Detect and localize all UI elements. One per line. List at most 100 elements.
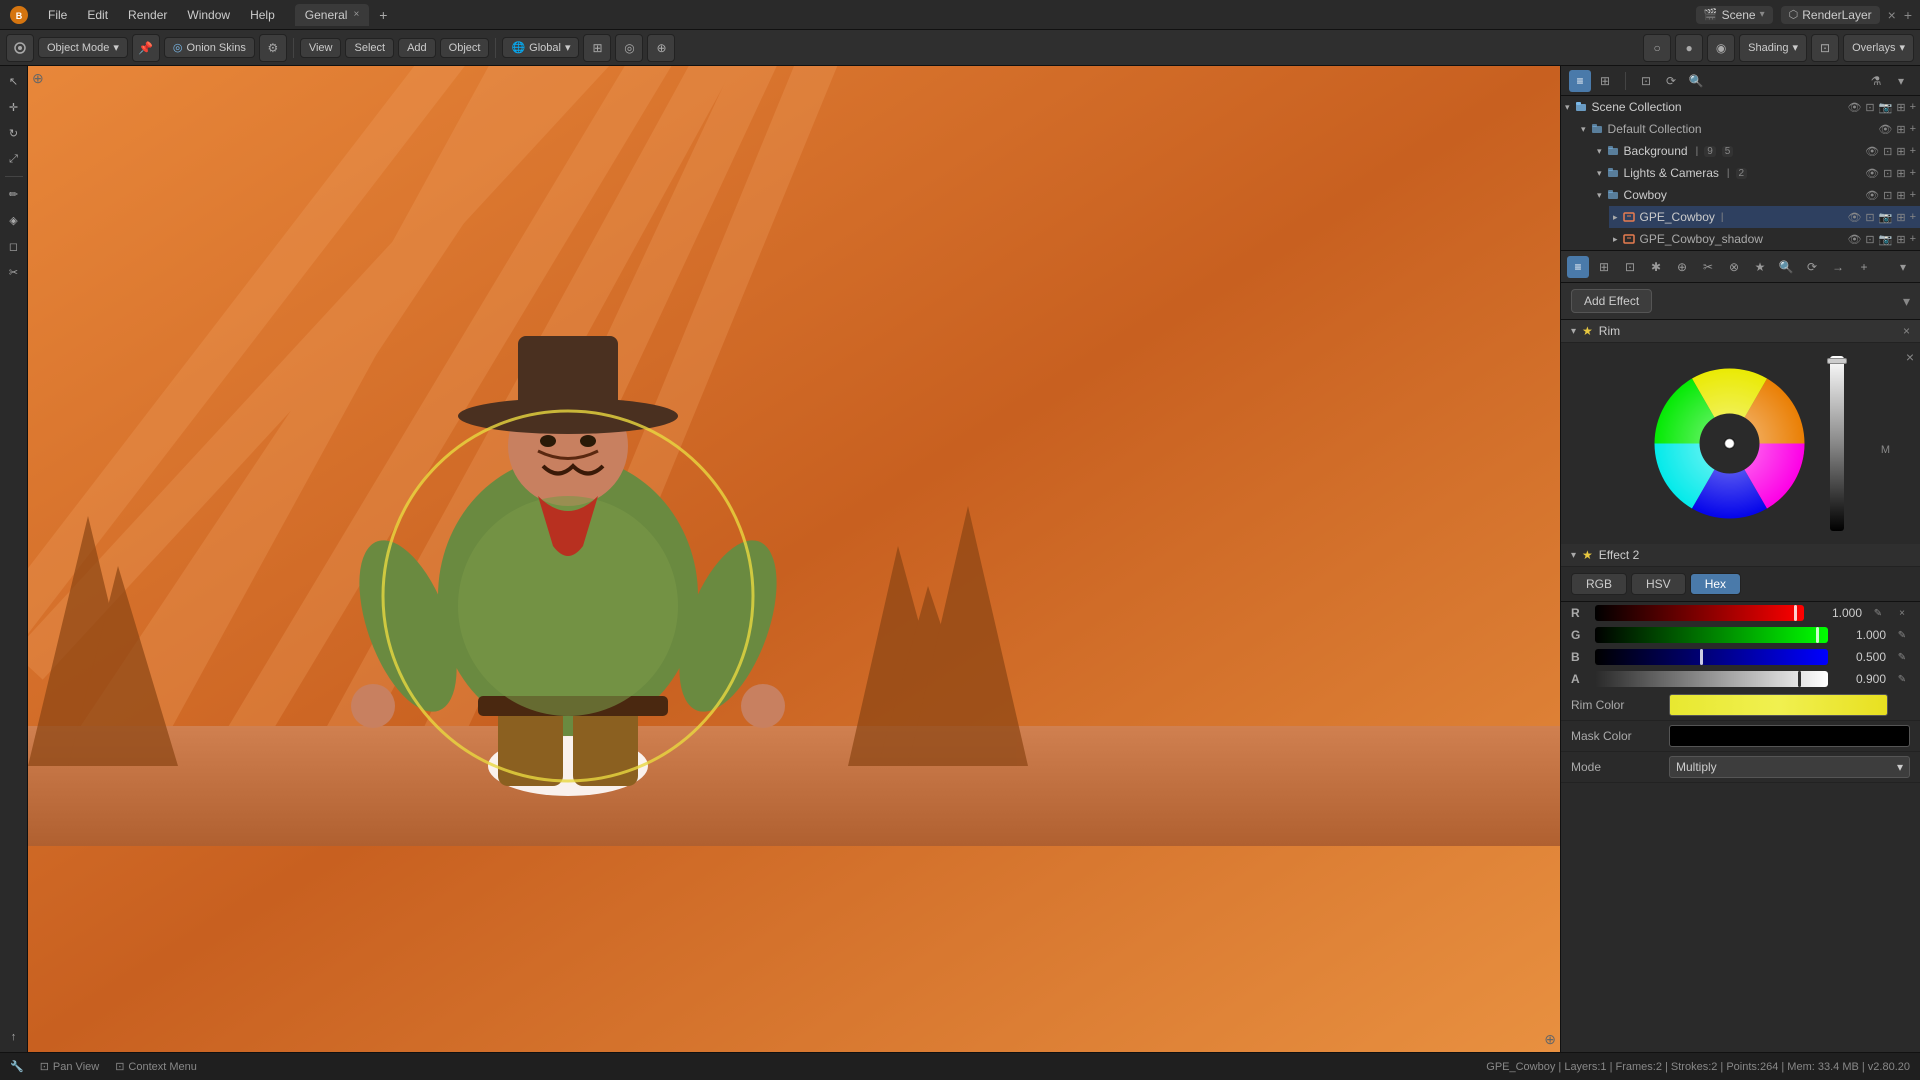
snap-icon[interactable]: ⊞: [583, 34, 611, 62]
cowboy-restrict-icon[interactable]: ⊡: [1883, 189, 1892, 202]
scene-coll-camera-icon[interactable]: 📷: [1879, 101, 1893, 114]
r-slider[interactable]: [1595, 605, 1804, 621]
wireframe-shade-btn[interactable]: ○: [1643, 34, 1671, 62]
add-btn[interactable]: Add: [398, 38, 436, 58]
outliner-mode-btn[interactable]: ⊞: [1594, 70, 1616, 92]
menu-window[interactable]: Window: [179, 6, 238, 24]
r-close-icon[interactable]: ×: [1894, 605, 1910, 621]
workspace-tab-general[interactable]: General ×: [295, 4, 370, 26]
mask-color-swatch[interactable]: [1669, 725, 1910, 747]
prop-icon-9[interactable]: 🔍: [1775, 256, 1797, 278]
tool-cut[interactable]: ✂: [3, 261, 25, 283]
prop-icon-11[interactable]: →: [1827, 256, 1849, 278]
menu-render[interactable]: Render: [120, 6, 175, 24]
gpe-eye-icon[interactable]: 👁: [1847, 211, 1861, 224]
outliner-icon-btn[interactable]: ≡: [1569, 70, 1591, 92]
lights-plus-icon[interactable]: +: [1910, 167, 1916, 179]
bg-grid-icon[interactable]: ⊞: [1896, 145, 1905, 158]
default-coll-grid-icon[interactable]: ⊞: [1896, 123, 1905, 136]
cowboy-grid-icon[interactable]: ⊞: [1896, 189, 1905, 202]
lights-grid-icon[interactable]: ⊞: [1896, 167, 1905, 180]
menu-file[interactable]: File: [40, 6, 75, 24]
cowboy-plus-icon[interactable]: +: [1910, 189, 1916, 201]
onion-skins-btn[interactable]: ◎ Onion Skins: [164, 37, 255, 58]
scene-coll-plus-icon[interactable]: +: [1910, 101, 1916, 113]
prop-icon-6[interactable]: ✂: [1697, 256, 1719, 278]
object-mode-dropdown[interactable]: Object Mode ▾: [38, 37, 128, 58]
scene-coll-restrict-icon[interactable]: ⊡: [1865, 101, 1874, 114]
effect1-star-icon[interactable]: ★: [1582, 324, 1593, 338]
gpe-cowboy-shadow-item[interactable]: ▸ GPE_Cowboy_shadow 👁 ⊡ 📷 ⊞ +: [1609, 228, 1920, 250]
color-picker-close-btn[interactable]: ×: [1906, 349, 1914, 365]
proportional-icon[interactable]: ◎: [615, 34, 643, 62]
tool-rotate[interactable]: ↻: [3, 122, 25, 144]
tool-erase[interactable]: ◻: [3, 235, 25, 257]
prop-icon-8[interactable]: ★: [1749, 256, 1771, 278]
scene-selector[interactable]: Scene: [1722, 8, 1756, 22]
prop-icon-10[interactable]: ⟳: [1801, 256, 1823, 278]
gpe-plus-icon[interactable]: +: [1910, 211, 1916, 223]
value-slider-handle[interactable]: [1827, 358, 1847, 364]
value-slider[interactable]: [1830, 356, 1844, 531]
lights-cameras-item[interactable]: ▾ Lights & Cameras | 2 👁 ⊡ ⊞ +: [1593, 162, 1920, 184]
g-edit-icon[interactable]: ✎: [1894, 627, 1910, 643]
view-btn[interactable]: View: [300, 38, 342, 58]
mode-dropdown[interactable]: Multiply ▾: [1669, 756, 1910, 778]
a-slider[interactable]: [1595, 671, 1828, 687]
tool-move[interactable]: ✛: [3, 96, 25, 118]
material-shade-btn[interactable]: ◉: [1707, 34, 1735, 62]
color-mode-hsv[interactable]: HSV: [1631, 573, 1686, 595]
viewport-corner-tl[interactable]: ⊕: [32, 70, 44, 87]
gpe-restrict-icon[interactable]: ⊡: [1865, 211, 1874, 224]
object-btn[interactable]: Object: [440, 38, 490, 58]
tool-extra[interactable]: ↑: [3, 1026, 25, 1048]
overlays-btn[interactable]: Overlays ▾: [1843, 34, 1914, 62]
bg-plus-icon[interactable]: +: [1910, 145, 1916, 157]
prop-icon-2[interactable]: ⊞: [1593, 256, 1615, 278]
gpe-grid-icon[interactable]: ⊞: [1896, 211, 1905, 224]
add-workspace-button[interactable]: +: [373, 5, 393, 25]
window-close-icon[interactable]: ×: [1888, 7, 1896, 23]
lights-eye-icon[interactable]: 👁: [1865, 167, 1879, 180]
menu-help[interactable]: Help: [242, 6, 283, 24]
global-btn[interactable]: 🌐 Global ▾: [502, 37, 579, 58]
prop-icon-active[interactable]: ≡: [1567, 256, 1589, 278]
tool-scale[interactable]: ⤢: [3, 148, 25, 170]
color-mode-rgb[interactable]: RGB: [1571, 573, 1627, 595]
rim-color-swatch[interactable]: [1669, 694, 1888, 716]
prop-icon-4[interactable]: ✱: [1645, 256, 1667, 278]
effect1-chevron-icon[interactable]: ▾: [1571, 326, 1576, 337]
tool-fill[interactable]: ◈: [3, 209, 25, 231]
workspace-close-icon[interactable]: ×: [353, 9, 359, 20]
a-edit-icon[interactable]: ✎: [1894, 671, 1910, 687]
gpe-shadow-eye-icon[interactable]: 👁: [1847, 233, 1861, 246]
tool-draw[interactable]: ✏: [3, 183, 25, 205]
transform-icon[interactable]: ⊕: [647, 34, 675, 62]
outliner-filter-btn[interactable]: ⊡: [1635, 70, 1657, 92]
color-wheel-container[interactable]: [1637, 351, 1822, 536]
render-layer-selector[interactable]: RenderLayer: [1802, 8, 1871, 22]
b-slider[interactable]: [1595, 649, 1828, 665]
outliner-sync-btn[interactable]: ⟳: [1660, 70, 1682, 92]
shading-btn[interactable]: Shading ▾: [1739, 34, 1807, 62]
bg-eye-icon[interactable]: 👁: [1865, 145, 1879, 158]
select-btn[interactable]: Select: [345, 38, 394, 58]
gpe-shadow-camera-icon[interactable]: 📷: [1879, 233, 1893, 246]
overlay-icon[interactable]: ⊡: [1811, 34, 1839, 62]
outliner-extra-icon[interactable]: ▾: [1890, 70, 1912, 92]
prop-icon-12[interactable]: +: [1853, 256, 1875, 278]
onion-settings-icon[interactable]: ⚙: [259, 34, 287, 62]
default-coll-plus-icon[interactable]: +: [1910, 123, 1916, 135]
gpe-shadow-restrict-icon[interactable]: ⊡: [1865, 233, 1874, 246]
effect2-star-icon[interactable]: ★: [1582, 548, 1593, 562]
bg-restrict-icon[interactable]: ⊡: [1883, 145, 1892, 158]
effect1-close-icon[interactable]: ×: [1903, 324, 1910, 338]
prop-icon-3[interactable]: ⊡: [1619, 256, 1641, 278]
mode-icon-btn[interactable]: [6, 34, 34, 62]
prop-icon-7[interactable]: ⊗: [1723, 256, 1745, 278]
window-maximize-icon[interactable]: +: [1904, 7, 1912, 23]
solid-shade-btn[interactable]: ●: [1675, 34, 1703, 62]
add-effect-chevron-icon[interactable]: ▾: [1903, 293, 1910, 310]
r-edit-icon[interactable]: ✎: [1870, 605, 1886, 621]
menu-edit[interactable]: Edit: [79, 6, 116, 24]
